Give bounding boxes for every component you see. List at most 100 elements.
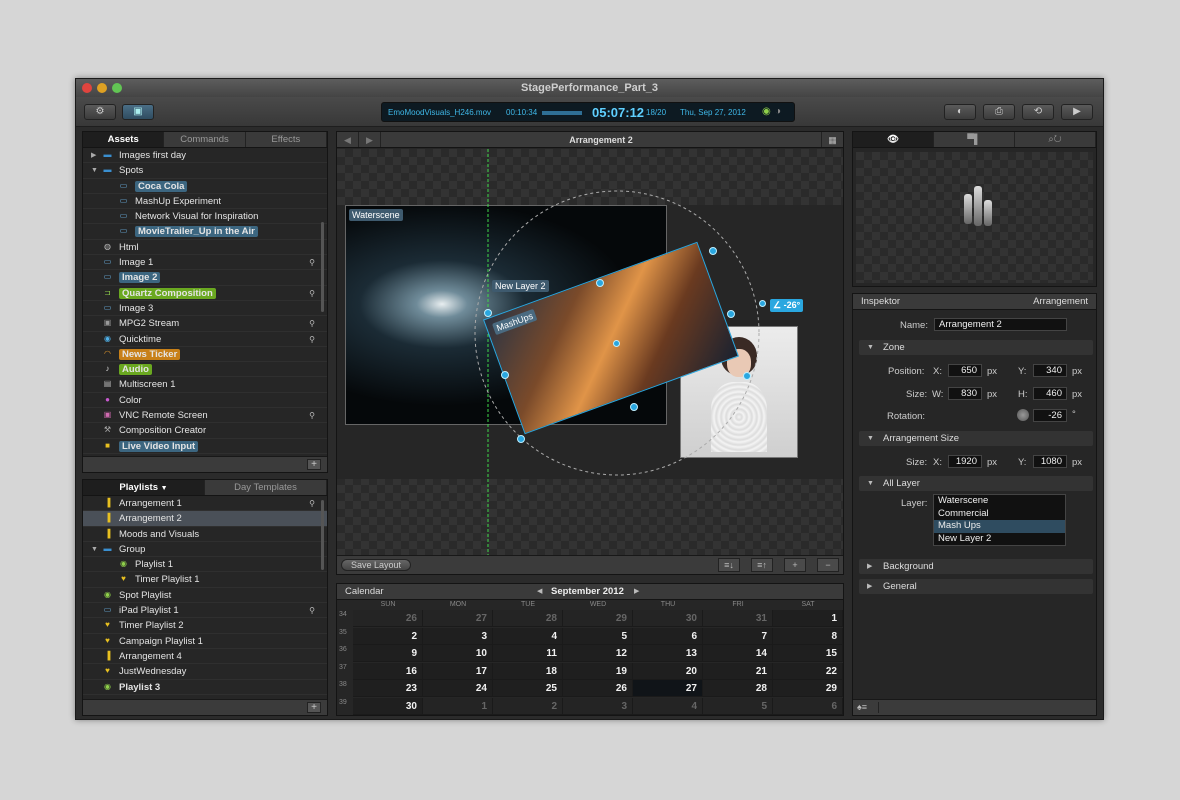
assets-scrollbar[interactable] bbox=[321, 222, 324, 312]
calendar-day[interactable]: 15 bbox=[773, 645, 843, 662]
stage-canvas[interactable]: Waterscene MashUps New Layer 2 ∠ -26° bbox=[337, 149, 843, 556]
resize-handle-bottom[interactable] bbox=[630, 403, 638, 411]
asset-item[interactable]: ● Color bbox=[83, 393, 327, 409]
asset-item[interactable]: ▭ MashUp Experiment bbox=[83, 194, 327, 210]
settings-button[interactable]: ⚙ bbox=[84, 104, 116, 120]
remove-layer-button[interactable]: − bbox=[817, 558, 839, 572]
asset-item[interactable]: ⊐ Quartz Composition ⚲ bbox=[83, 286, 327, 301]
sync-button[interactable]: ⟲ bbox=[1022, 104, 1054, 120]
asset-item[interactable]: ▭ Image 2 bbox=[83, 270, 327, 286]
resize-handle-left[interactable] bbox=[501, 371, 509, 379]
calendar-day[interactable]: 10 bbox=[423, 645, 493, 662]
calendar-button[interactable]: ▣ bbox=[122, 104, 154, 120]
tab-commands[interactable]: Commands bbox=[164, 132, 246, 147]
inspector-options-button[interactable]: ♠≡ bbox=[857, 702, 879, 713]
calendar-day[interactable]: 25 bbox=[493, 680, 563, 697]
layer-option[interactable]: New Layer 2 bbox=[934, 533, 1065, 546]
rotation-knob[interactable] bbox=[1017, 409, 1029, 421]
playlists-scrollbar[interactable] bbox=[321, 500, 324, 570]
calendar-day[interactable]: 28 bbox=[703, 680, 773, 697]
position-y-field[interactable]: 340 bbox=[1033, 364, 1067, 377]
asset-item[interactable]: ▣ VNC Remote Screen ⚲ bbox=[83, 408, 327, 424]
size-w-field[interactable]: 830 bbox=[948, 387, 982, 400]
resize-handle-top[interactable] bbox=[596, 279, 604, 287]
center-handle[interactable] bbox=[613, 340, 620, 347]
asset-item[interactable]: ▭ MovieTrailer_Up in the Air bbox=[83, 224, 327, 240]
disclosure-closed-icon[interactable]: ▶ bbox=[91, 148, 96, 163]
calendar-day[interactable]: 29 bbox=[773, 680, 843, 697]
calendar-day[interactable]: 19 bbox=[563, 662, 633, 680]
playlist-item[interactable]: ▐ Arrangement 4 bbox=[83, 649, 327, 665]
general-section[interactable]: ▶ General bbox=[859, 579, 1093, 594]
grid-toggle[interactable]: ▦ bbox=[821, 132, 843, 147]
resize-handle-bottom-left[interactable] bbox=[517, 435, 525, 443]
playlist-item[interactable]: ▼ ▬ Group bbox=[83, 542, 327, 558]
asset-item[interactable]: ◍ Html bbox=[83, 240, 327, 256]
calendar-day[interactable]: 2 bbox=[353, 627, 423, 645]
layer-option[interactable]: Commercial bbox=[934, 508, 1065, 521]
prev-month-button[interactable]: ◀ bbox=[537, 587, 542, 595]
close-window-button[interactable] bbox=[82, 83, 92, 93]
playlist-item[interactable]: ▭ iPad Playlist 1 ⚲ bbox=[83, 603, 327, 619]
calendar-day[interactable]: 27 bbox=[423, 610, 493, 627]
asset-item[interactable]: ▭ Image 1 ⚲ bbox=[83, 255, 327, 271]
calendar-day[interactable]: 2 bbox=[493, 697, 563, 715]
tab-day-templates[interactable]: Day Templates bbox=[205, 480, 327, 495]
calendar-day[interactable]: 17 bbox=[423, 662, 493, 680]
calendar-day[interactable]: 30 bbox=[353, 697, 423, 715]
calendar-day[interactable]: 7 bbox=[703, 627, 773, 645]
calendar-day[interactable]: 8 bbox=[773, 627, 843, 645]
rotation-handle[interactable] bbox=[759, 300, 766, 307]
calendar-day[interactable]: 14 bbox=[703, 645, 773, 662]
disclosure-open-icon[interactable]: ▼ bbox=[91, 542, 98, 557]
asset-item[interactable]: ■ Live Video Input bbox=[83, 439, 327, 454]
background-section[interactable]: ▶ Background bbox=[859, 559, 1093, 574]
asset-item[interactable]: ▶ ▬ Images first day bbox=[83, 148, 327, 164]
add-playlist-button[interactable]: + bbox=[307, 702, 321, 713]
calendar-day[interactable]: 4 bbox=[633, 697, 703, 715]
resize-handle-top-right[interactable] bbox=[709, 247, 717, 255]
tab-screen[interactable]: ▀▌ bbox=[934, 132, 1015, 147]
asset-item[interactable]: ▤ Multiscreen 1 bbox=[83, 377, 327, 393]
calendar-day[interactable]: 18 bbox=[493, 662, 563, 680]
arrangement-height-field[interactable]: 1080 bbox=[1033, 455, 1067, 468]
layer-option[interactable]: Mash Ups bbox=[934, 520, 1065, 533]
all-layer-section[interactable]: ▼ All Layer bbox=[859, 476, 1093, 491]
asset-item[interactable]: ⚒ Composition Creator bbox=[83, 423, 327, 439]
calendar-day[interactable]: 26 bbox=[353, 610, 423, 627]
disclosure-open-icon[interactable]: ▼ bbox=[91, 163, 98, 178]
arrangement-width-field[interactable]: 1920 bbox=[948, 455, 982, 468]
layer-option[interactable]: Waterscene bbox=[934, 495, 1065, 508]
rotation-field[interactable]: -26 bbox=[1033, 409, 1067, 422]
play-button[interactable]: ▶ bbox=[1061, 104, 1093, 120]
asset-item[interactable]: ▭ Image 3 bbox=[83, 301, 327, 317]
calendar-day[interactable]: 6 bbox=[633, 627, 703, 645]
zoom-window-button[interactable] bbox=[112, 83, 122, 93]
name-field[interactable]: Arrangement 2 bbox=[934, 318, 1067, 331]
playlist-item[interactable]: ▐ Moods and Visuals bbox=[83, 527, 327, 542]
calendar-day[interactable]: 29 bbox=[563, 610, 633, 627]
arrangement-size-section[interactable]: ▼ Arrangement Size bbox=[859, 431, 1093, 446]
asset-item[interactable]: ▣ MPG2 Stream ⚲ bbox=[83, 316, 327, 332]
calendar-day[interactable]: 30 bbox=[633, 610, 703, 627]
calendar-day[interactable]: 24 bbox=[423, 680, 493, 697]
zone-section[interactable]: ▼ Zone bbox=[859, 340, 1093, 355]
calendar-day[interactable]: 31 bbox=[703, 610, 773, 627]
playlist-item[interactable]: ♥ Timer Playlist 1 bbox=[83, 572, 327, 588]
calendar-day[interactable]: 21 bbox=[703, 662, 773, 680]
playlist-item[interactable]: ◉ Playlist 1 bbox=[83, 557, 327, 573]
asset-item[interactable]: ▭ Network Visual for Inspiration bbox=[83, 209, 327, 225]
calendar-day[interactable]: 1 bbox=[773, 610, 843, 627]
playlist-item[interactable]: ▐ Arrangement 2 bbox=[83, 511, 327, 527]
move-down-button[interactable]: ≡↓ bbox=[718, 558, 740, 572]
calendar-day[interactable]: 28 bbox=[493, 610, 563, 627]
position-x-field[interactable]: 650 bbox=[948, 364, 982, 377]
calendar-day[interactable]: 12 bbox=[563, 645, 633, 662]
calendar-day[interactable]: 16 bbox=[353, 662, 423, 680]
record-button[interactable]: ◐ bbox=[944, 104, 976, 120]
forward-button[interactable]: ▶ bbox=[359, 132, 381, 147]
move-up-button[interactable]: ≡↑ bbox=[751, 558, 773, 572]
back-button[interactable]: ◀ bbox=[337, 132, 359, 147]
tab-preview[interactable]: 👁 bbox=[853, 132, 934, 147]
asset-item[interactable]: ◠ News Ticker bbox=[83, 347, 327, 363]
